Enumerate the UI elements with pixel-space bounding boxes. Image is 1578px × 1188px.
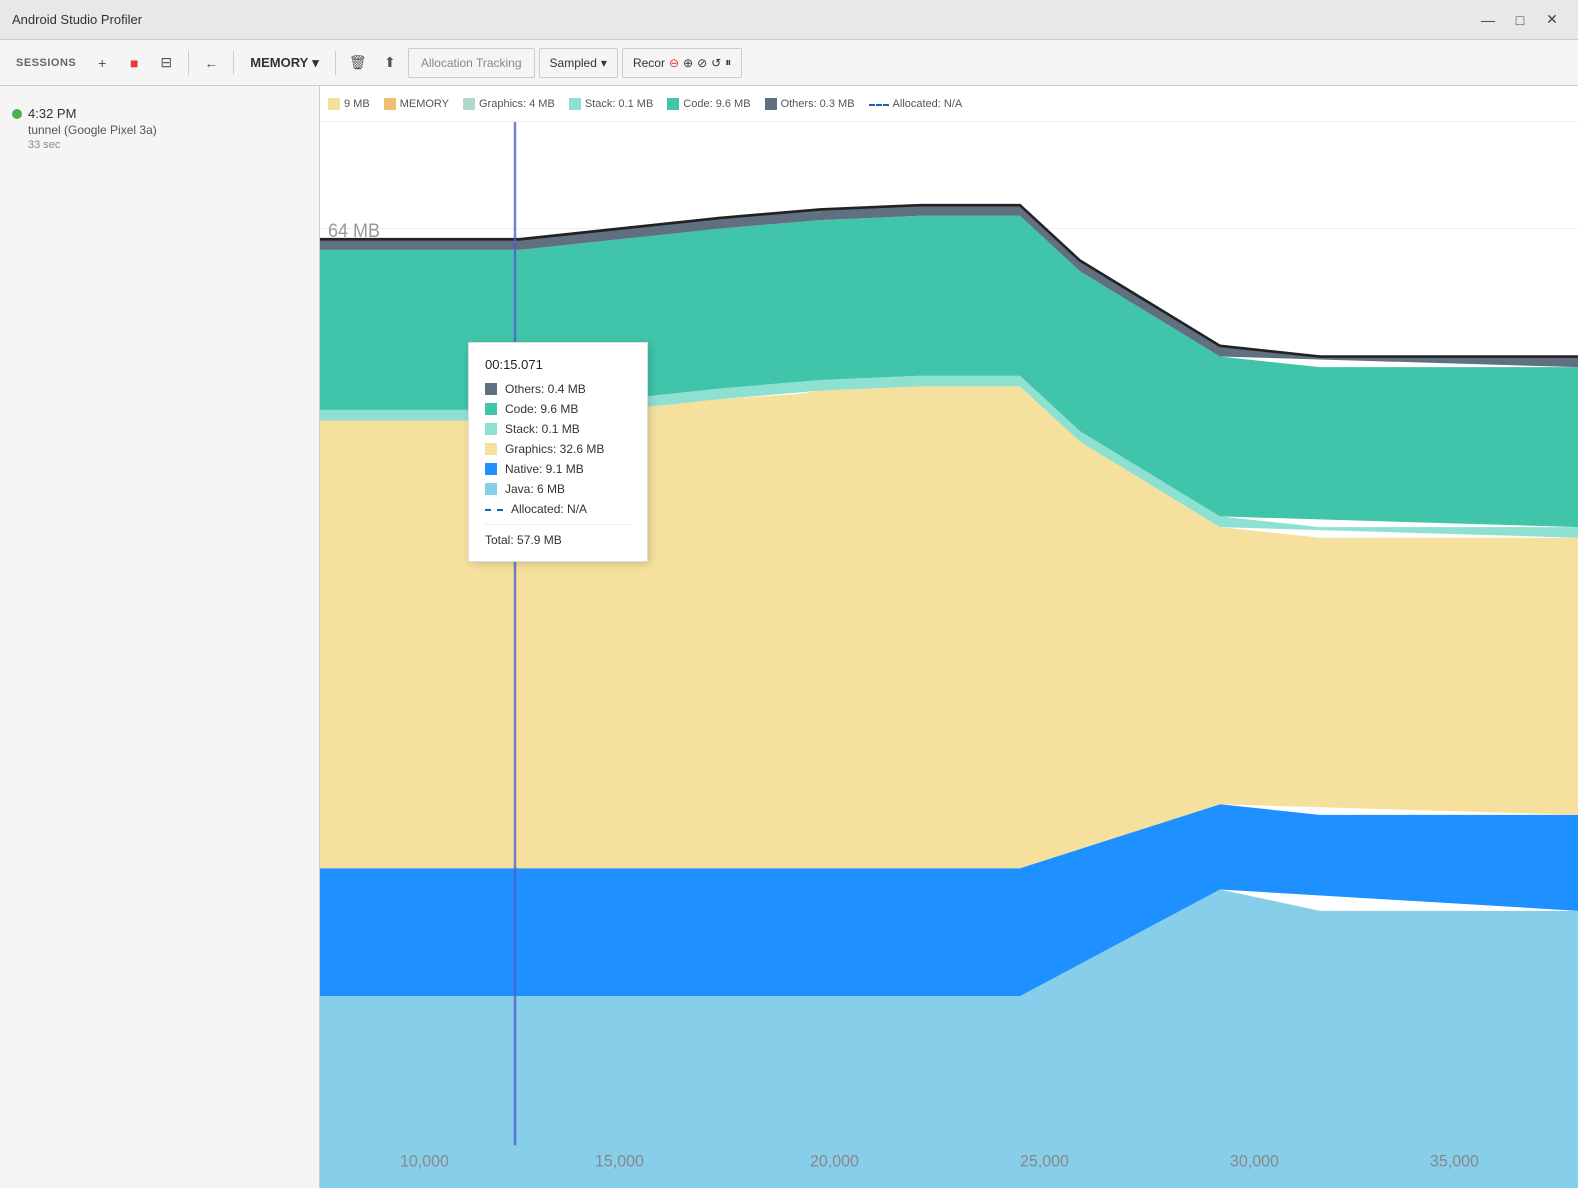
legend-label-allocated: Allocated: N/A <box>893 98 963 110</box>
session-duration: 33 sec <box>28 139 307 151</box>
add-session-button[interactable]: + <box>88 49 116 77</box>
refresh-icon: ↺ <box>711 56 721 70</box>
toolbar: SESSIONS + ■ ⊟ ← MEMORY ▾ 🗑 ⬆ Allocation… <box>0 40 1578 86</box>
tooltip-swatch-others <box>485 383 497 395</box>
tooltip-row-others: Others: 0.4 MB <box>485 382 631 396</box>
delete-button[interactable]: 🗑 <box>344 49 372 77</box>
toolbar-divider-1 <box>188 51 189 75</box>
svg-text:10,000: 10,000 <box>400 1151 449 1171</box>
svg-text:35,000: 35,000 <box>1430 1151 1479 1171</box>
tooltip-swatch-code <box>485 403 497 415</box>
svg-text:15,000: 15,000 <box>595 1151 644 1171</box>
memory-dropdown-arrow: ▾ <box>312 55 319 71</box>
maximize-button[interactable]: □ <box>1506 6 1534 34</box>
legend-swatch-allocated <box>869 104 889 106</box>
legend-swatch-graphics <box>463 98 475 110</box>
svg-text:30,000: 30,000 <box>1230 1151 1279 1171</box>
close-button[interactable]: ✕ <box>1538 6 1566 34</box>
sampled-label: Sampled <box>550 56 597 70</box>
legend-item-others: Others: 0.3 MB <box>765 98 855 110</box>
record-button[interactable]: Recor ⊖ ⊕ ⊘ ↺ ⏸ <box>622 48 742 78</box>
legend-swatch-memory <box>384 98 396 110</box>
chart-canvas[interactable]: 64 MB 48 32 16 1 <box>320 122 1578 1188</box>
main-layout: 4:32 PM tunnel (Google Pixel 3a) 33 sec … <box>0 86 1578 1188</box>
svg-text:20,000: 20,000 <box>810 1151 859 1171</box>
title-bar: Android Studio Profiler — □ ✕ <box>0 0 1578 40</box>
memory-tooltip: 00:15.071 Others: 0.4 MB Code: 9.6 MB St… <box>468 342 648 562</box>
tooltip-time: 00:15.071 <box>485 357 631 372</box>
chart-area: 9 MB MEMORY Graphics: 4 MB Stack: 0.1 MB… <box>320 86 1578 1188</box>
allocation-tracking-button[interactable]: Allocation Tracking <box>408 48 535 78</box>
tooltip-swatch-allocated <box>485 509 503 511</box>
session-item[interactable]: 4:32 PM tunnel (Google Pixel 3a) 33 sec <box>12 98 307 159</box>
sidebar: 4:32 PM tunnel (Google Pixel 3a) 33 sec <box>0 86 320 1188</box>
memory-dropdown[interactable]: MEMORY ▾ <box>242 51 327 75</box>
sessions-label: SESSIONS <box>8 57 84 69</box>
toolbar-divider-2 <box>233 51 234 75</box>
tooltip-row-graphics: Graphics: 32.6 MB <box>485 442 631 456</box>
legend-swatch-stack <box>569 98 581 110</box>
session-device: tunnel (Google Pixel 3a) <box>28 123 307 137</box>
window-controls: — □ ✕ <box>1474 6 1566 34</box>
legend-item-allocated: Allocated: N/A <box>869 98 963 110</box>
legend-item-code: Code: 9.6 MB <box>667 98 750 110</box>
tooltip-label-graphics: Graphics: 32.6 MB <box>505 442 604 456</box>
tooltip-total: Total: 57.9 MB <box>485 524 631 547</box>
tooltip-label-stack: Stack: 0.1 MB <box>505 422 580 436</box>
tooltip-label-allocated: Allocated: N/A <box>511 502 587 516</box>
window-title: Android Studio Profiler <box>12 12 142 27</box>
tooltip-row-code: Code: 9.6 MB <box>485 402 631 416</box>
legend-swatch-others <box>765 98 777 110</box>
tooltip-row-native: Native: 9.1 MB <box>485 462 631 476</box>
reset-zoom-icon: ⊘ <box>697 56 707 70</box>
pause-icon: ⏸ <box>725 55 731 70</box>
memory-chart-svg: 64 MB 48 32 16 1 <box>320 122 1578 1188</box>
export-button[interactable]: ⬆ <box>376 49 404 77</box>
tooltip-label-code: Code: 9.6 MB <box>505 402 578 416</box>
legend-bar: 9 MB MEMORY Graphics: 4 MB Stack: 0.1 MB… <box>320 86 1578 122</box>
legend-label-others: Others: 0.3 MB <box>781 98 855 110</box>
record-label: Recor <box>633 56 665 70</box>
sampled-dropdown[interactable]: Sampled ▾ <box>539 48 618 78</box>
legend-item-graphics: Graphics: 4 MB <box>463 98 555 110</box>
legend-label-stack: Stack: 0.1 MB <box>585 98 653 110</box>
session-time: 4:32 PM <box>12 106 307 121</box>
tooltip-total-label: Total: 57.9 MB <box>485 533 562 547</box>
tooltip-label-java: Java: 6 MB <box>505 482 565 496</box>
legend-label-9mb: 9 MB <box>344 98 370 110</box>
zoom-plus-icon: ⊕ <box>683 56 693 70</box>
legend-swatch-java <box>328 98 340 110</box>
sampled-arrow: ▾ <box>601 56 607 70</box>
toolbar-divider-3 <box>335 51 336 75</box>
session-status-dot <box>12 109 22 119</box>
tooltip-row-java: Java: 6 MB <box>485 482 631 496</box>
legend-item-java: 9 MB <box>328 98 370 110</box>
memory-label: MEMORY <box>250 55 308 70</box>
tooltip-row-stack: Stack: 0.1 MB <box>485 422 631 436</box>
tooltip-swatch-java <box>485 483 497 495</box>
minimize-button[interactable]: — <box>1474 6 1502 34</box>
tooltip-swatch-native <box>485 463 497 475</box>
tooltip-label-others: Others: 0.4 MB <box>505 382 586 396</box>
tooltip-swatch-graphics <box>485 443 497 455</box>
stop-button[interactable]: ■ <box>120 49 148 77</box>
legend-label-code: Code: 9.6 MB <box>683 98 750 110</box>
record-stop-icon: ⊖ <box>669 56 679 70</box>
tooltip-row-allocated: Allocated: N/A <box>485 502 631 516</box>
tooltip-label-native: Native: 9.1 MB <box>505 462 584 476</box>
legend-swatch-code <box>667 98 679 110</box>
legend-label-memory: MEMORY <box>400 98 449 110</box>
back-button[interactable]: ← <box>197 49 225 77</box>
legend-label-graphics: Graphics: 4 MB <box>479 98 555 110</box>
legend-item-memory: MEMORY <box>384 98 449 110</box>
svg-text:25,000: 25,000 <box>1020 1151 1069 1171</box>
legend-item-stack: Stack: 0.1 MB <box>569 98 653 110</box>
tooltip-swatch-stack <box>485 423 497 435</box>
layout-button[interactable]: ⊟ <box>152 49 180 77</box>
